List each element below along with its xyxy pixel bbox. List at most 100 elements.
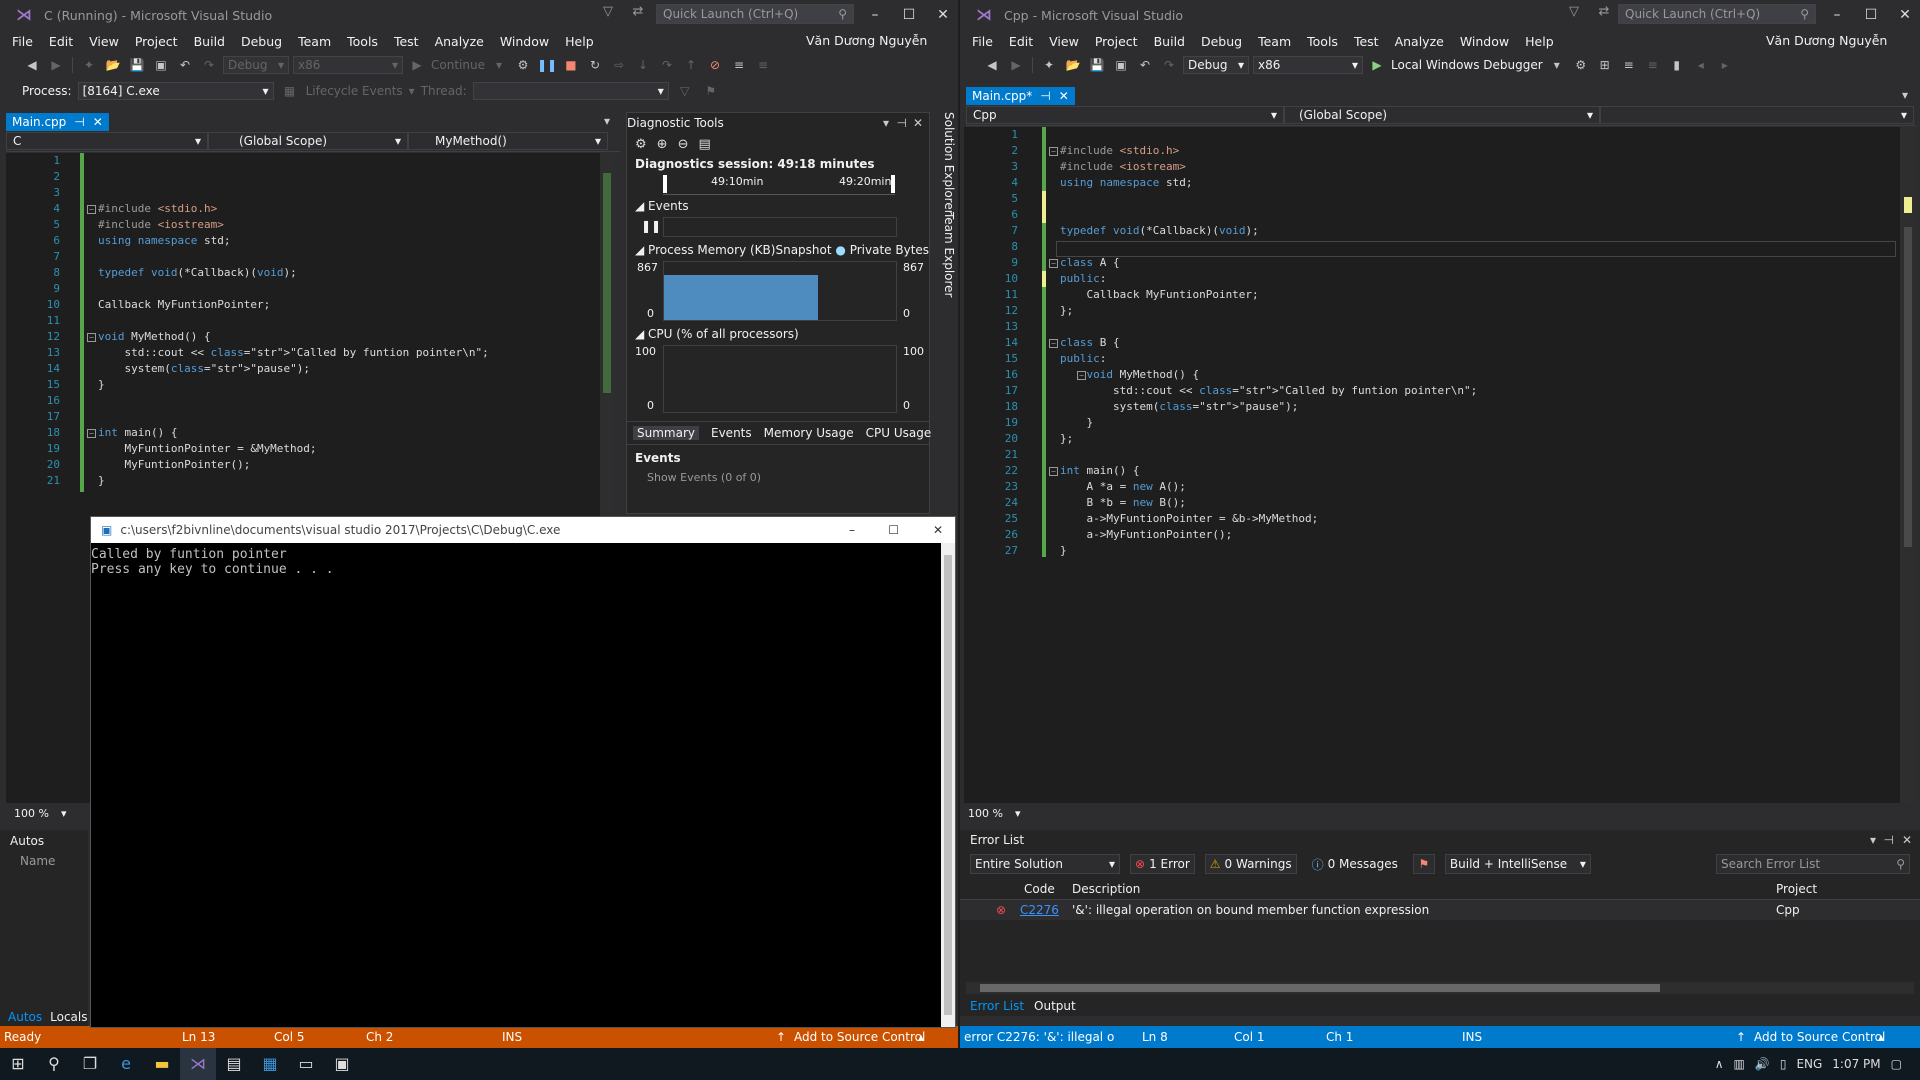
uncomment-icon[interactable]: ≡ xyxy=(1643,56,1663,74)
menu-build[interactable]: Build xyxy=(1146,34,1193,49)
left-quick-launch[interactable]: Quick Launch (Ctrl+Q) ⚲ xyxy=(656,4,854,24)
minimize-button[interactable]: – xyxy=(849,523,855,537)
fold-icon[interactable]: − xyxy=(1049,339,1058,348)
close-button[interactable]: ✕ xyxy=(930,4,956,26)
menu-test[interactable]: Test xyxy=(386,34,427,49)
error-scope-combo[interactable]: Entire Solution ▾ xyxy=(970,854,1120,874)
show-events-link[interactable]: Show Events (0 of 0) xyxy=(627,471,929,484)
pin-icon[interactable]: ⊣ xyxy=(1040,89,1050,103)
menu-file[interactable]: File xyxy=(4,34,41,49)
menu-analyze[interactable]: Analyze xyxy=(1387,34,1452,49)
close-icon[interactable]: ✕ xyxy=(1902,833,1912,847)
search-icon[interactable]: ⚲ xyxy=(36,1048,72,1080)
uncomment-icon[interactable]: ≡ xyxy=(753,56,773,74)
menu-tools[interactable]: Tools xyxy=(339,34,386,49)
save-all-icon[interactable]: ▣ xyxy=(1111,56,1131,74)
tab-error-list[interactable]: Error List xyxy=(970,999,1024,1013)
tab-cpu-usage[interactable]: CPU Usage xyxy=(866,426,932,440)
menu-window[interactable]: Window xyxy=(492,34,557,49)
diagnostic-timeline[interactable]: 49:10min 49:20min xyxy=(663,173,895,195)
solution-explorer-side-tab[interactable]: Solution Explorer xyxy=(930,112,956,215)
fold-icon[interactable]: − xyxy=(87,429,96,438)
chevron-down-icon[interactable]: ▾ xyxy=(1870,833,1876,847)
forward-icon[interactable]: ▶ xyxy=(46,56,66,74)
redo-icon[interactable]: ↷ xyxy=(199,56,219,74)
fold-icon[interactable]: − xyxy=(87,333,96,342)
save-icon[interactable]: 💾 xyxy=(127,56,147,74)
maximize-button[interactable]: ☐ xyxy=(896,4,922,26)
platform-combo[interactable]: x86 ▾ xyxy=(1253,56,1363,74)
restart-icon[interactable]: ↻ xyxy=(585,56,605,74)
new-project-icon[interactable]: ✦ xyxy=(79,56,99,74)
user-account[interactable]: Văn Dương Nguyễn xyxy=(1766,33,1887,48)
console-window[interactable]: ▣ c:\users\f2bivnline\documents\visual s… xyxy=(90,516,956,1028)
notification-icon[interactable]: ▢ xyxy=(1891,1057,1902,1071)
comment-icon[interactable]: ≡ xyxy=(1619,56,1639,74)
project-nav-combo[interactable]: Cpp ▾ xyxy=(966,106,1284,124)
fold-icon[interactable]: − xyxy=(1049,147,1058,156)
errors-filter-button[interactable]: ⊗ 1 Error xyxy=(1130,854,1195,874)
column-description[interactable]: Description xyxy=(1072,882,1140,896)
terminal-taskbar-icon[interactable]: ▤ xyxy=(216,1048,252,1080)
next-bookmark-icon[interactable]: ▸ xyxy=(1715,56,1735,74)
left-zoom-combo[interactable]: 100 % ▾ xyxy=(6,804,96,822)
fold-icon[interactable]: − xyxy=(87,205,96,214)
chevron-down-icon[interactable]: ▾ xyxy=(1547,56,1567,74)
file-explorer-icon[interactable]: ▬ xyxy=(144,1048,180,1080)
add-to-source-control[interactable]: Add to Source Control xyxy=(1754,1030,1885,1044)
step-over-icon[interactable]: ↷ xyxy=(657,56,677,74)
redo-icon[interactable]: ↷ xyxy=(1159,56,1179,74)
bookmark-icon[interactable]: ▮ xyxy=(1667,56,1687,74)
lifecycle-icon[interactable]: ▦ xyxy=(280,82,300,100)
menu-view[interactable]: View xyxy=(81,34,127,49)
console-scrollbar[interactable] xyxy=(941,543,955,1027)
menu-analyze[interactable]: Analyze xyxy=(427,34,492,49)
error-code-link[interactable]: C2276 xyxy=(1020,903,1059,917)
pause-events-icon[interactable]: ❚❚ xyxy=(641,219,661,233)
reset-view-icon[interactable]: ▤ xyxy=(698,137,710,152)
edge-icon[interactable]: e xyxy=(108,1048,144,1080)
open-file-icon[interactable]: 📂 xyxy=(103,56,123,74)
menu-project[interactable]: Project xyxy=(1087,34,1146,49)
attach-icon[interactable]: ⚙ xyxy=(513,56,533,74)
save-icon[interactable]: 💾 xyxy=(1087,56,1107,74)
input-language[interactable]: ENG xyxy=(1796,1057,1822,1071)
start-debugging-icon[interactable]: ▶ xyxy=(1367,56,1387,74)
attach-icon[interactable]: ⚙ xyxy=(1571,56,1591,74)
process-combo[interactable]: [8164] C.exe ▾ xyxy=(77,82,274,100)
comment-icon[interactable]: ≡ xyxy=(729,56,749,74)
right-editor-scrollbar[interactable] xyxy=(1900,127,1916,803)
right-code-editor[interactable]: 1 2 3 4 5 6 7 8 9 10 11 12 13 14 15 16 17 18 19 20 21 22 23 24 2… xyxy=(964,127,1900,803)
console-scroll-thumb[interactable] xyxy=(944,555,952,1015)
hscroll-thumb[interactable] xyxy=(980,984,1660,992)
project-nav-combo[interactable]: C ▾ xyxy=(6,132,208,150)
menu-tools[interactable]: Tools xyxy=(1299,34,1346,49)
back-icon[interactable]: ◀ xyxy=(982,56,1002,74)
task-view-icon[interactable]: ❐ xyxy=(72,1048,108,1080)
zoom-in-icon[interactable]: ⊕ xyxy=(657,137,668,152)
breakpoint-icon[interactable]: ⊘ xyxy=(705,56,725,74)
maximize-button[interactable]: ☐ xyxy=(888,523,899,537)
menu-edit[interactable]: Edit xyxy=(1001,34,1041,49)
menu-build[interactable]: Build xyxy=(186,34,233,49)
tab-output[interactable]: Output xyxy=(1034,999,1076,1013)
menu-debug[interactable]: Debug xyxy=(1193,34,1250,49)
notification-filter-icon[interactable]: ▽ xyxy=(598,4,618,24)
notification-filter-icon[interactable]: ▽ xyxy=(1564,4,1584,24)
error-search-input[interactable]: Search Error List ⚲ xyxy=(1716,854,1910,874)
battery-icon[interactable]: ▯ xyxy=(1780,1057,1787,1071)
notepad-taskbar-icon[interactable]: ▦ xyxy=(252,1048,288,1080)
maximize-button[interactable]: ☐ xyxy=(1858,4,1884,26)
zoom-out-icon[interactable]: ⊖ xyxy=(678,137,689,152)
network-icon[interactable]: ▥ xyxy=(1734,1057,1745,1071)
config-combo[interactable]: Debug ▾ xyxy=(1183,56,1249,74)
fold-icon[interactable]: − xyxy=(1049,259,1058,268)
tab-overflow-icon[interactable]: ▾ xyxy=(604,114,610,128)
pin-icon[interactable]: ⊣ xyxy=(897,116,907,130)
local-windows-debugger-button[interactable]: Local Windows Debugger xyxy=(1391,58,1543,72)
step-out-icon[interactable]: ↑ xyxy=(681,56,701,74)
continue-icon[interactable]: ▶ xyxy=(407,56,427,74)
save-all-icon[interactable]: ▣ xyxy=(151,56,171,74)
pause-icon[interactable]: ❚❚ xyxy=(537,56,557,74)
user-account[interactable]: Văn Dương Nguyễn xyxy=(806,33,927,48)
